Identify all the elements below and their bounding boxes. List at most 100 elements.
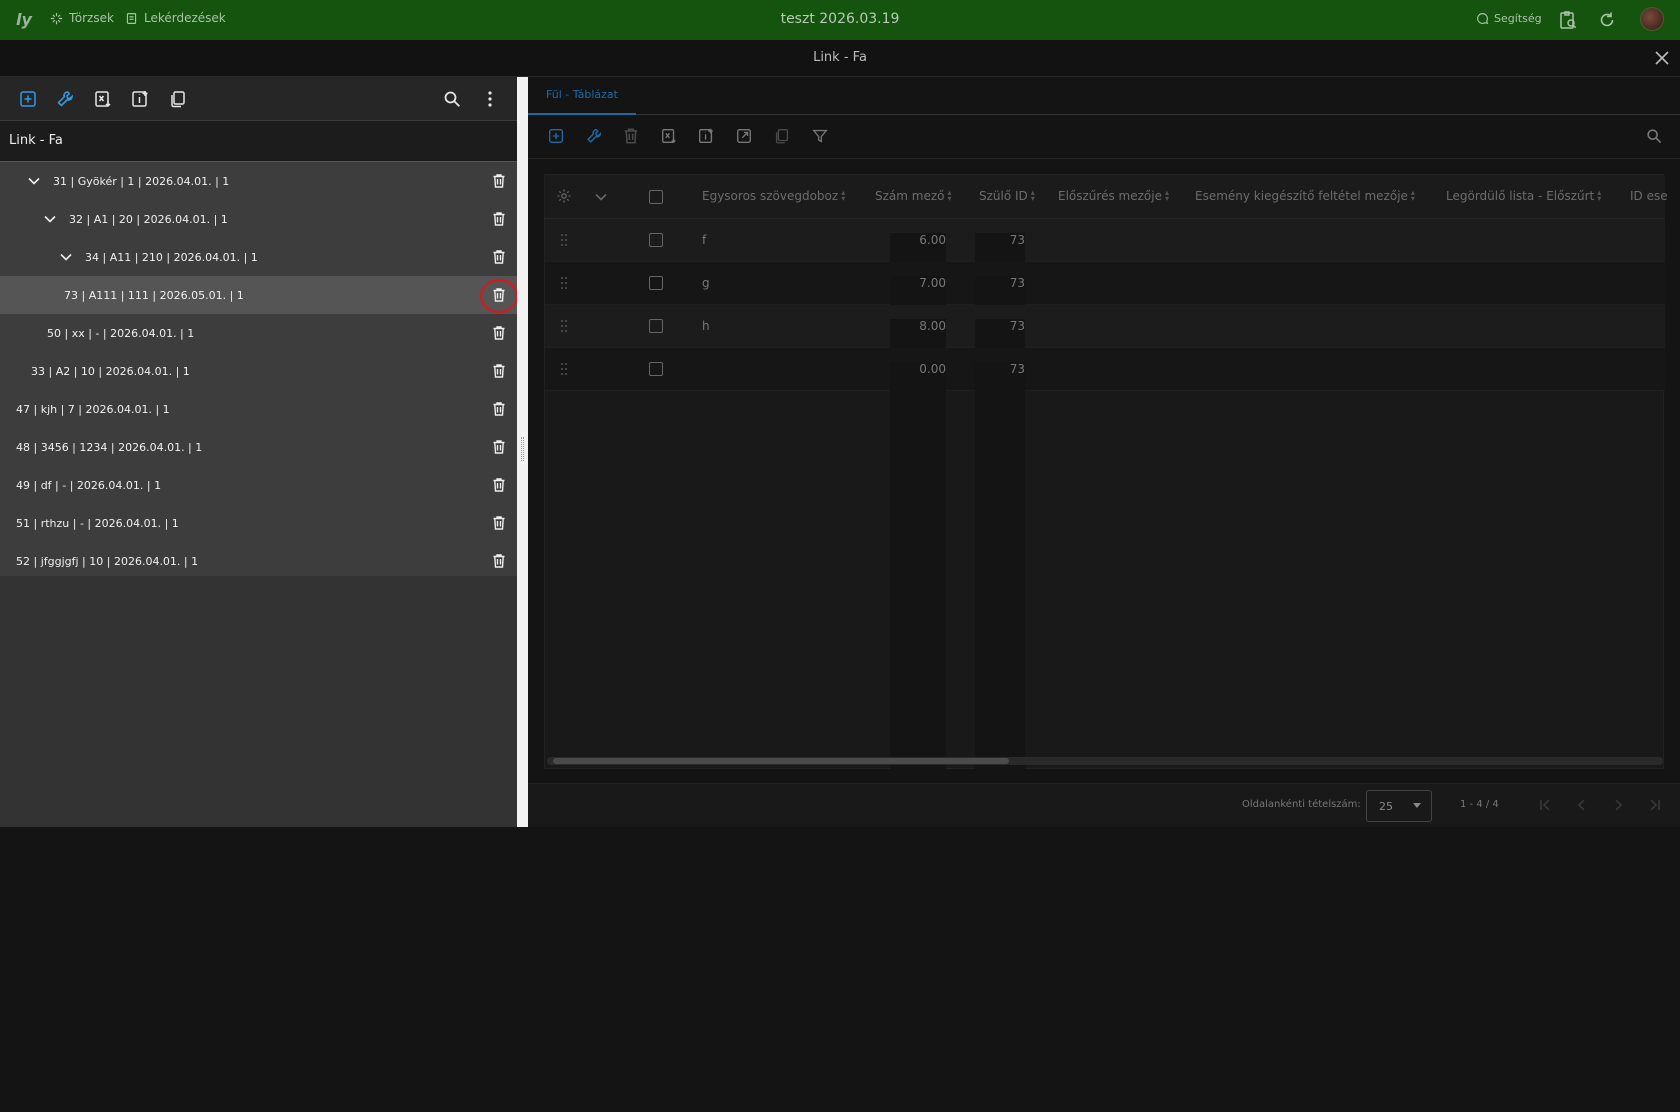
tree-node-label: 51 | rthzu | - | 2026.04.01. | 1 <box>16 516 179 530</box>
table-row[interactable]: 0.00 73 <box>545 348 1665 1112</box>
chevron-down-icon[interactable] <box>43 212 57 226</box>
chevron-down-icon[interactable] <box>59 250 73 264</box>
refresh-icon[interactable] <box>1597 10 1617 30</box>
tree-node-label: 32 | A1 | 20 | 2026.04.01. | 1 <box>69 212 228 226</box>
scrollbar-thumb[interactable] <box>553 758 1009 764</box>
col-header[interactable]: Esemény kiegészítő feltétel mezője ▴ ▾ <box>1195 189 1415 204</box>
drag-handle-icon[interactable] <box>559 362 569 376</box>
trash-icon[interactable] <box>491 325 507 341</box>
tree-panel-title: Link - Fa <box>0 121 517 162</box>
panel-splitter[interactable] <box>517 77 528 827</box>
excel-export-icon[interactable] <box>660 127 678 145</box>
add-icon[interactable] <box>18 89 38 109</box>
tree-node[interactable]: 34 | A11 | 210 | 2026.04.01. | 1 <box>0 238 517 276</box>
tree-node[interactable]: 32 | A1 | 20 | 2026.04.01. | 1 <box>0 200 517 238</box>
table-row[interactable]: h 8.00 73 <box>545 305 1665 1069</box>
tree-node[interactable]: 47 | kjh | 7 | 2026.04.01. | 1 <box>0 390 517 428</box>
search-icon[interactable] <box>1645 127 1663 145</box>
last-page-icon[interactable] <box>1648 798 1662 812</box>
tree-node-label: 50 | xx | - | 2026.04.01. | 1 <box>47 326 195 340</box>
tree-node-label: 31 | Gyökér | 1 | 2026.04.01. | 1 <box>53 174 230 188</box>
tree-node[interactable]: 50 | xx | - | 2026.04.01. | 1 <box>0 314 517 352</box>
row-checkbox[interactable] <box>649 319 663 333</box>
wrench-icon[interactable] <box>55 89 75 109</box>
help-button[interactable]: Segítség <box>1476 12 1542 25</box>
row-checkbox[interactable] <box>649 276 663 290</box>
first-page-icon[interactable] <box>1538 798 1552 812</box>
clipboard-search-icon[interactable] <box>1558 10 1578 30</box>
row-checkbox[interactable] <box>649 362 663 376</box>
col-header-label: Legördülő lista - Előszűrt <box>1446 189 1595 203</box>
open-external-icon[interactable] <box>735 127 753 145</box>
col-header[interactable]: Legördülő lista - Előszűrt ▴ ▾ <box>1446 189 1601 204</box>
drag-handle-icon[interactable] <box>559 276 569 290</box>
copy-icon[interactable] <box>168 89 188 109</box>
table-row[interactable]: g 7.00 73 <box>545 262 1665 1026</box>
app-topbar: ly Törzsek Lekérdezések teszt 2026.03.19… <box>0 0 1680 40</box>
more-vertical-icon[interactable] <box>480 89 500 109</box>
tree-node[interactable]: 48 | 3456 | 1234 | 2026.04.01. | 1 <box>0 428 517 466</box>
trash-icon[interactable] <box>491 287 507 303</box>
select-all-checkbox[interactable] <box>649 190 663 204</box>
trash-icon[interactable] <box>491 553 507 569</box>
trash-icon[interactable] <box>491 249 507 265</box>
col-header[interactable]: Egysoros szövegdoboz ▴ ▾ <box>702 189 845 204</box>
next-page-icon[interactable] <box>1611 798 1625 812</box>
wrench-icon[interactable] <box>585 127 603 145</box>
info-add-icon[interactable] <box>130 89 150 109</box>
trash-icon[interactable] <box>491 173 507 189</box>
close-icon[interactable] <box>1654 50 1670 66</box>
tab-table[interactable]: Fül - Táblázat <box>528 77 636 115</box>
chevron-down-icon[interactable] <box>27 174 41 188</box>
col-header-label: Egysoros szövegdoboz <box>702 189 839 203</box>
tree-node-label: 49 | df | - | 2026.04.01. | 1 <box>16 478 162 492</box>
dialog-header: Link - Fa <box>0 40 1680 77</box>
tree-node[interactable]: 49 | df | - | 2026.04.01. | 1 <box>0 466 517 504</box>
drag-handle-icon[interactable] <box>559 319 569 333</box>
trash-icon[interactable] <box>491 477 507 493</box>
col-header[interactable]: Szülő ID ▴ ▾ <box>979 188 1035 204</box>
splitter-grip[interactable] <box>521 437 524 461</box>
page-range: 1 - 4 / 4 <box>1460 799 1499 810</box>
user-avatar[interactable] <box>1640 7 1664 31</box>
drag-handle-icon[interactable] <box>559 233 569 247</box>
col-header[interactable]: Szám mező ▴ ▾ <box>875 189 952 204</box>
chevron-down-icon[interactable] <box>594 190 608 204</box>
trash-icon[interactable] <box>622 127 640 145</box>
horizontal-scrollbar[interactable] <box>547 757 1663 765</box>
filter-icon[interactable] <box>811 127 829 145</box>
search-icon[interactable] <box>442 89 462 109</box>
nav-lekerdezesek-label: Lekérdezések <box>144 11 226 25</box>
trash-icon[interactable] <box>491 363 507 379</box>
tree-node[interactable]: 51 | rthzu | - | 2026.04.01. | 1 <box>0 504 517 542</box>
tree-node[interactable]: 33 | A2 | 10 | 2026.04.01. | 1 <box>0 352 517 390</box>
tree-node-label: 47 | kjh | 7 | 2026.04.01. | 1 <box>16 402 170 416</box>
nav-torzsek[interactable]: Törzsek <box>50 11 114 25</box>
prev-page-icon[interactable] <box>1575 798 1589 812</box>
tree-node-selected[interactable]: 73 | A111 | 111 | 2026.05.01. | 1 <box>0 276 517 314</box>
cell-parent-id: 73 <box>975 362 1025 1112</box>
tree-node[interactable]: 52 | jfggjgfj | 10 | 2026.04.01. | 1 <box>0 542 517 580</box>
tree-node[interactable]: 31 | Gyökér | 1 | 2026.04.01. | 1 <box>0 162 517 200</box>
app-logo[interactable]: ly <box>16 10 34 30</box>
row-checkbox[interactable] <box>649 233 663 247</box>
page-size-select[interactable]: 25 <box>1366 790 1432 822</box>
tab-bar: Fül - Táblázat <box>528 77 1680 115</box>
tree-node-label: 33 | A2 | 10 | 2026.04.01. | 1 <box>31 364 190 378</box>
add-icon[interactable] <box>547 127 565 145</box>
trash-icon[interactable] <box>491 211 507 227</box>
gear-icon[interactable] <box>556 188 572 204</box>
nav-lekerdezesek[interactable]: Lekérdezések <box>125 11 226 25</box>
nav-torzsek-label: Törzsek <box>69 11 114 25</box>
trash-icon[interactable] <box>491 515 507 531</box>
table-row[interactable]: f 6.00 73 <box>545 219 1665 983</box>
info-add-icon[interactable] <box>697 127 715 145</box>
grid-header: Egysoros szövegdoboz ▴ ▾ Szám mező ▴ ▾ Szülő… <box>545 175 1668 219</box>
trash-icon[interactable] <box>491 439 507 455</box>
sort-icon: ▴ ▾ <box>1030 188 1035 203</box>
col-header[interactable]: Előszűrés mezője ▴ ▾ <box>1058 189 1169 204</box>
trash-icon[interactable] <box>491 401 507 417</box>
copy-icon[interactable] <box>773 127 791 145</box>
col-header[interactable]: ID ese <box>1630 189 1668 203</box>
excel-export-icon[interactable] <box>93 89 113 109</box>
